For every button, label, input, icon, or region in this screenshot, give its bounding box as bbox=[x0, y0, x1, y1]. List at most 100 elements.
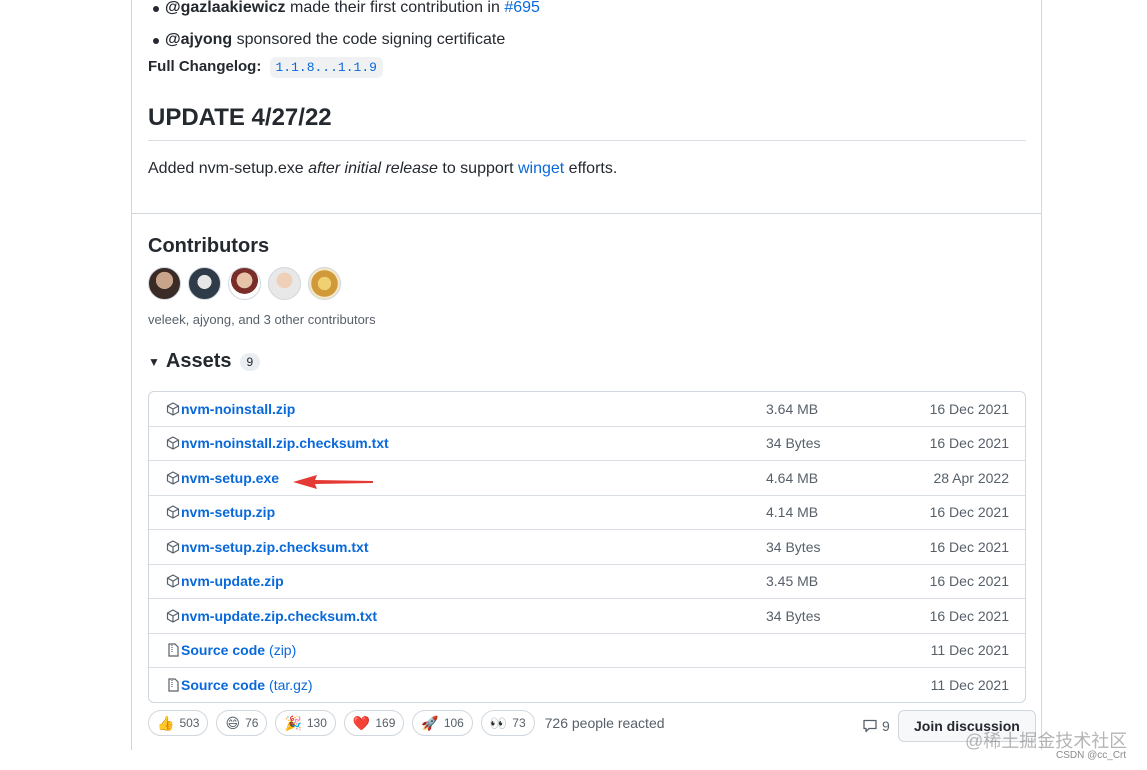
update-text: Added nvm-setup.exe bbox=[148, 160, 309, 177]
asset-row: nvm-update.zip.checksum.txt 34 Bytes 16 De… bbox=[149, 598, 1025, 633]
reaction-button[interactable]: ❤️ 169 bbox=[343, 710, 405, 736]
update-text: to support bbox=[437, 160, 518, 177]
package-icon bbox=[166, 609, 180, 623]
emoji-icon: ❤️ bbox=[352, 714, 371, 731]
list-text: sponsored the code signing certificate bbox=[232, 31, 506, 48]
comment-icon bbox=[863, 719, 877, 733]
winget-link[interactable]: winget bbox=[518, 160, 564, 177]
triangle-down-icon: ▼ bbox=[148, 354, 160, 369]
asset-row: Source code (zip) 11 Dec 2021 bbox=[149, 632, 1025, 668]
asset-date: 11 Dec 2021 bbox=[930, 676, 1009, 693]
list-item: @gazlaakiewicz made their first contribu… bbox=[153, 0, 540, 24]
asset-link-suffix[interactable]: (zip) bbox=[269, 642, 296, 658]
avatar[interactable] bbox=[188, 267, 221, 300]
asset-date: 16 Dec 2021 bbox=[929, 435, 1009, 452]
asset-date: 16 Dec 2021 bbox=[929, 538, 1009, 555]
reaction-button[interactable]: 😄 76 bbox=[216, 710, 268, 736]
asset-row: nvm-setup.zip 4.14 MB 16 Dec 2021 bbox=[149, 494, 1025, 530]
asset-row: Source code (tar.gz) 11 Dec 2021 bbox=[149, 667, 1025, 702]
reaction-count: 503 bbox=[179, 716, 200, 730]
asset-date: 16 Dec 2021 bbox=[929, 573, 1009, 590]
reaction-button[interactable]: 👍 503 bbox=[148, 710, 209, 736]
contributors-summary: veleek, ajyong, and 3 other contributors bbox=[148, 312, 376, 327]
reaction-count: 76 bbox=[245, 716, 259, 730]
asset-link[interactable]: nvm-setup.exe bbox=[181, 470, 279, 486]
file-zip-icon bbox=[166, 643, 180, 657]
changelog-label: Full Changelog: bbox=[148, 58, 262, 75]
asset-row: nvm-noinstall.zip 3.64 MB 16 Dec 2021 bbox=[149, 392, 1025, 426]
watermark-caption: CSDN @cc_Crt bbox=[1056, 750, 1127, 761]
package-icon bbox=[166, 402, 180, 416]
asset-link[interactable]: nvm-update.zip.checksum.txt bbox=[181, 608, 377, 624]
asset-link[interactable]: nvm-noinstall.zip.checksum.txt bbox=[181, 435, 389, 451]
update-paragraph: Added nvm-setup.exe after initial releas… bbox=[148, 160, 617, 178]
discussion-count-value: 9 bbox=[882, 718, 890, 734]
asset-link[interactable]: Source code bbox=[181, 642, 265, 658]
avatar[interactable] bbox=[148, 267, 181, 300]
package-icon bbox=[166, 574, 180, 588]
changelog-compare-link[interactable]: 1.1.8...1.1.9 bbox=[269, 57, 383, 78]
contributor-avatars bbox=[148, 267, 341, 300]
reactions-bar: 👍 503 😄 76 🎉 130 ❤️ 169 🚀 106 👀 73 726 people reacte… bbox=[148, 710, 665, 736]
red-arrow-annotation bbox=[293, 475, 373, 489]
package-icon bbox=[166, 436, 180, 450]
reaction-count: 73 bbox=[512, 716, 526, 730]
asset-row: nvm-setup.exe 4.64 MB 28 Apr 2022 bbox=[149, 460, 1025, 495]
asset-link[interactable]: nvm-setup.zip.checksum.txt bbox=[181, 539, 369, 555]
assets-list: nvm-noinstall.zip 3.64 MB 16 Dec 2021 nvm-n… bbox=[148, 391, 1026, 703]
heading-divider bbox=[148, 140, 1026, 141]
emoji-icon: 🚀 bbox=[421, 714, 439, 731]
discussion-count[interactable]: 9 bbox=[862, 718, 890, 734]
full-changelog: Full Changelog: 1.1.8...1.1.9 bbox=[148, 57, 383, 78]
package-icon bbox=[166, 471, 180, 485]
emoji-icon: 👀 bbox=[489, 714, 508, 731]
user-link[interactable]: @ajyong bbox=[165, 31, 232, 48]
reaction-button[interactable]: 👀 73 bbox=[480, 710, 535, 736]
file-zip-icon bbox=[166, 678, 180, 692]
asset-size: 4.14 MB bbox=[766, 504, 819, 521]
asset-link[interactable]: nvm-update.zip bbox=[181, 573, 284, 589]
asset-link[interactable]: Source code bbox=[181, 677, 265, 693]
asset-size: 34 Bytes bbox=[766, 607, 821, 624]
asset-link[interactable]: nvm-setup.zip bbox=[181, 504, 275, 520]
pr-link[interactable]: #695 bbox=[504, 0, 540, 16]
asset-link-suffix[interactable]: (tar.gz) bbox=[269, 677, 313, 693]
reaction-count: 169 bbox=[375, 716, 396, 730]
asset-size: 4.64 MB bbox=[766, 469, 819, 486]
avatar[interactable] bbox=[268, 267, 301, 300]
assets-heading: Assets bbox=[165, 350, 232, 372]
section-divider bbox=[131, 213, 1042, 214]
asset-size: 3.64 MB bbox=[766, 400, 819, 417]
asset-size: 3.45 MB bbox=[766, 573, 819, 590]
reactions-summary: 726 people reacted bbox=[544, 715, 665, 731]
reaction-button[interactable]: 🚀 106 bbox=[412, 710, 473, 736]
package-icon bbox=[166, 505, 180, 519]
user-link[interactable]: @gazlaakiewicz bbox=[165, 0, 286, 16]
assets-toggle[interactable]: ▼ Assets 9 bbox=[148, 350, 261, 373]
asset-size: 34 Bytes bbox=[766, 538, 821, 555]
asset-row: nvm-noinstall.zip.checksum.txt 34 Bytes 16… bbox=[149, 425, 1025, 461]
update-italic: after initial release bbox=[308, 160, 438, 177]
asset-size: 34 Bytes bbox=[766, 435, 821, 452]
emoji-icon: 🎉 bbox=[284, 714, 302, 731]
avatar[interactable] bbox=[308, 267, 341, 300]
contribution-list: @gazlaakiewicz made their first contribu… bbox=[153, 0, 540, 56]
emoji-icon: 👍 bbox=[157, 714, 175, 731]
list-text: made their first contribution in bbox=[285, 0, 505, 16]
asset-row: nvm-update.zip 3.45 MB 16 Dec 2021 bbox=[149, 563, 1025, 599]
avatar[interactable] bbox=[228, 267, 261, 300]
asset-date: 16 Dec 2021 bbox=[929, 400, 1009, 417]
emoji-icon: 😄 bbox=[225, 714, 241, 731]
asset-date: 28 Apr 2022 bbox=[933, 469, 1009, 486]
asset-date: 16 Dec 2021 bbox=[929, 504, 1009, 521]
reaction-count: 106 bbox=[443, 716, 464, 730]
update-heading: UPDATE 4/27/22 bbox=[148, 104, 332, 131]
contributors-heading: Contributors bbox=[148, 235, 270, 257]
asset-date: 11 Dec 2021 bbox=[930, 642, 1009, 659]
asset-link[interactable]: nvm-noinstall.zip bbox=[181, 401, 295, 417]
reaction-button[interactable]: 🎉 130 bbox=[275, 710, 336, 736]
list-item: @ajyong sponsored the code signing certi… bbox=[153, 24, 540, 56]
asset-row: nvm-setup.zip.checksum.txt 34 Bytes 16 Dec… bbox=[149, 529, 1025, 564]
package-icon bbox=[166, 540, 180, 554]
assets-count-badge: 9 bbox=[239, 352, 261, 371]
